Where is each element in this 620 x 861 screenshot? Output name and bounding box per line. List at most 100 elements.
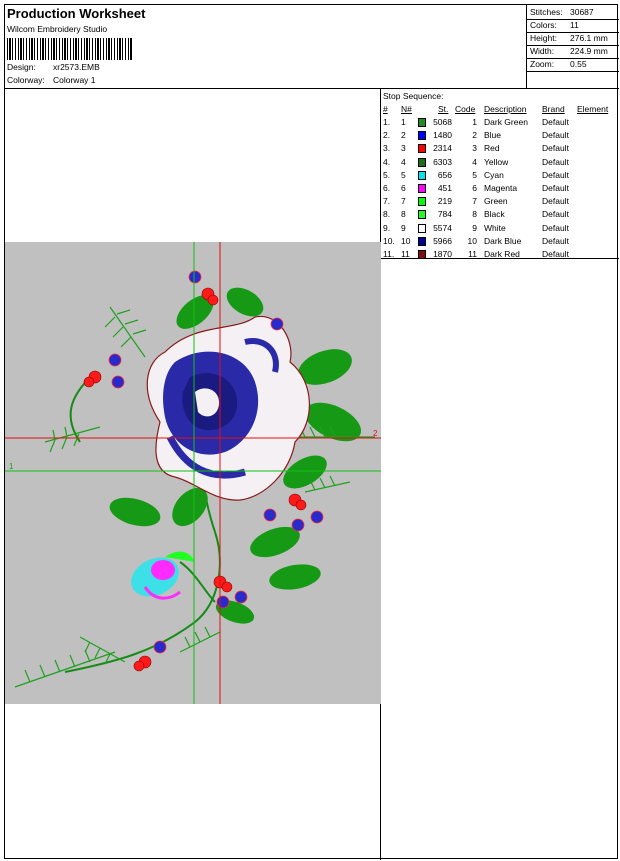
page-title: Production Worksheet (7, 6, 146, 21)
row-number: 11. (383, 249, 395, 259)
stop-sequence-row: 1. 1 5068 1 Dark Green Default (381, 117, 619, 130)
row-needle: 8 (401, 209, 406, 220)
row-stitch-count: 5574 (433, 222, 452, 233)
col-header-nnum: N# (401, 104, 412, 114)
col-header-element: Element (577, 104, 609, 114)
row-stitch-count: 219 (437, 196, 452, 207)
color-swatch (418, 184, 426, 193)
row-brand: Default (542, 130, 569, 141)
row-code: 5 (472, 169, 477, 180)
row-number: 1. (383, 117, 391, 127)
stop-sequence-panel: Stop Sequence: # N# St. Code Description… (381, 89, 619, 860)
stop-sequence-row: 9. 9 5574 9 White Default (381, 223, 619, 236)
fern-sprig (14, 649, 116, 688)
color-swatch (418, 223, 426, 233)
stop-sequence-row: 5. 5 656 5 Cyan Default (381, 170, 619, 183)
design-stats: Stitches: 30687 Colors: 11 Height: 276.1 mm… (527, 5, 619, 88)
stop-sequence-row: 10. 10 5966 10 Dark Blue Default (381, 236, 619, 249)
fern-sprig (179, 626, 221, 653)
row-stitch-count: 5068 (433, 117, 452, 127)
row-needle: 5 (401, 169, 406, 180)
row-needle: 10 (401, 235, 411, 246)
row-code: 8 (472, 209, 477, 220)
stop-sequence-row: 8. 8 784 8 Black Default (381, 209, 619, 222)
fern-sprig (104, 306, 147, 358)
fern-sprig (44, 426, 101, 453)
row-code: 4 (472, 156, 477, 167)
row-description: Black (484, 209, 505, 220)
col-header-stitches: St. (438, 104, 449, 114)
colorway-value: Colorway 1 (53, 75, 96, 85)
stat-colors: Colors: 11 (530, 20, 579, 30)
leaf (109, 497, 161, 527)
row-code: 2 (472, 130, 477, 141)
stat-zoom: Zoom: 0.55 (530, 59, 587, 69)
rose-flower (146, 315, 311, 501)
row-needle: 7 (401, 196, 406, 207)
row-brand: Default (542, 249, 569, 259)
row-stitch-count: 656 (437, 169, 452, 180)
row-needle: 11 (401, 249, 410, 259)
guide-marker-2: 2 (373, 429, 378, 438)
row-brand: Default (542, 143, 569, 154)
row-stitch-count: 2314 (433, 143, 452, 154)
color-swatch (418, 131, 426, 141)
row-code: 11 (468, 249, 477, 259)
col-header-description: Description (484, 104, 527, 114)
row-stitch-count: 784 (437, 209, 452, 220)
row-needle: 3 (401, 143, 406, 154)
row-code: 7 (472, 196, 477, 207)
row-brand: Default (542, 117, 569, 127)
row-description: Dark Red (484, 249, 520, 259)
row-code: 9 (472, 222, 477, 233)
row-number: 10. (383, 235, 395, 246)
col-header-num: # (383, 104, 388, 114)
row-number: 9. (383, 222, 391, 233)
color-swatch (418, 170, 426, 180)
color-swatch (418, 118, 426, 127)
design-label: Design: (7, 62, 36, 72)
row-brand: Default (542, 156, 569, 167)
row-description: Blue (484, 130, 502, 141)
stem-bud (179, 561, 216, 603)
row-stitch-count: 1870 (433, 249, 452, 259)
color-swatch (418, 250, 426, 259)
col-header-code: Code (455, 104, 476, 114)
row-number: 6. (383, 183, 391, 193)
row-code: 1 (472, 117, 477, 127)
row-number: 2. (383, 130, 391, 141)
design-preview-area: 1 2 (5, 89, 381, 860)
row-number: 5. (383, 169, 391, 180)
row-description: Cyan (484, 169, 504, 180)
row-description: White (484, 222, 506, 233)
row-stitch-count: 1480 (433, 130, 452, 141)
col-header-brand: Brand (542, 104, 565, 114)
stat-stitches: Stitches: 30687 (530, 7, 594, 17)
color-swatch (418, 236, 426, 246)
stop-sequence-row: 2. 2 1480 2 Blue Default (381, 130, 619, 143)
stop-sequence-row: 3. 3 2314 3 Red Default (381, 143, 619, 156)
row-description: Green (484, 196, 508, 207)
stat-width: Width: 224.9 mm (530, 46, 608, 56)
row-code: 3 (472, 143, 477, 154)
colorway-row: Colorway: Colorway 1 (7, 75, 96, 85)
app-name: Wilcom Embroidery Studio (7, 24, 108, 34)
rose-bud (131, 551, 195, 600)
color-swatch (418, 210, 426, 220)
row-brand: Default (542, 235, 569, 246)
stop-sequence-row: 7. 7 219 7 Green Default (381, 196, 619, 209)
row-description: Dark Blue (484, 235, 522, 246)
row-number: 3. (383, 143, 391, 154)
stop-sequence-title: Stop Sequence: (383, 91, 444, 101)
row-needle: 2 (401, 130, 406, 141)
row-brand: Default (542, 183, 569, 193)
design-info-panel: Production Worksheet Wilcom Embroidery S… (5, 5, 527, 88)
stat-height: Height: 276.1 mm (530, 33, 608, 43)
embroidery-design-image: 1 2 (5, 242, 381, 704)
row-number: 7. (383, 196, 391, 207)
stop-sequence-row: 6. 6 451 6 Magenta Default (381, 183, 619, 196)
row-number: 4. (383, 156, 391, 167)
row-stitch-count: 5966 (433, 235, 452, 246)
row-description: Red (484, 143, 500, 154)
stop-sequence-row: 11. 11 1870 11 Dark Red Default (381, 249, 619, 262)
